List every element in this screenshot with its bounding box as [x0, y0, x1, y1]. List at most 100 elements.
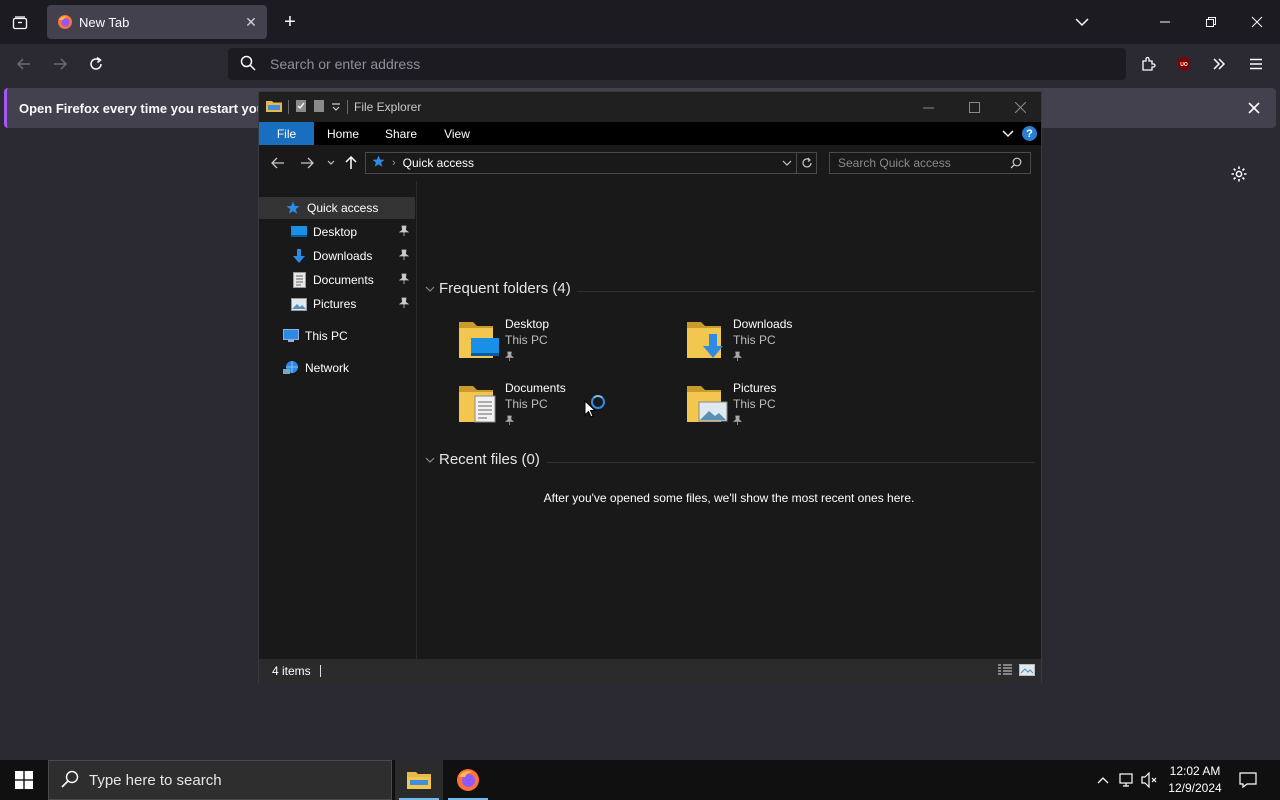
- address-row: › Quick access: [259, 145, 1041, 181]
- back-arrow-icon[interactable]: [268, 154, 288, 172]
- nav-item-label: Network: [305, 361, 350, 375]
- pin-icon: [504, 350, 515, 365]
- folder-tile-downloads[interactable]: Downloads This PC: [687, 314, 887, 370]
- minimize-icon[interactable]: [905, 92, 951, 122]
- firefox-tab-bar: New Tab ✕ +: [0, 0, 1280, 44]
- tab-title: New Tab: [79, 14, 130, 30]
- reload-icon[interactable]: [84, 52, 108, 76]
- nav-item-desktop[interactable]: Desktop: [259, 221, 415, 243]
- minimize-icon[interactable]: [1142, 0, 1188, 44]
- show-hidden-icons-chevron-icon[interactable]: [1092, 760, 1114, 800]
- new-folder-icon[interactable]: [313, 99, 325, 116]
- tab-home[interactable]: Home: [314, 122, 372, 145]
- nav-item-this-pc[interactable]: This PC: [259, 325, 415, 347]
- back-arrow-icon[interactable]: [12, 52, 36, 76]
- properties-icon[interactable]: [295, 99, 307, 116]
- download-arrow-icon: [291, 248, 307, 264]
- windows-start-icon[interactable]: [0, 760, 48, 800]
- ublock-origin-icon[interactable]: UO: [1172, 52, 1196, 76]
- pin-icon[interactable]: [398, 225, 410, 240]
- folder-name: Pictures: [733, 381, 777, 395]
- network-status-icon[interactable]: [1115, 760, 1137, 800]
- quick-access-search-box[interactable]: [829, 152, 1031, 174]
- customize-toolbar-icon[interactable]: [331, 100, 341, 115]
- pin-icon[interactable]: [398, 249, 410, 264]
- taskbar-search-box[interactable]: [48, 760, 392, 800]
- recent-locations-chevron-icon[interactable]: [321, 154, 341, 172]
- search-input[interactable]: [89, 771, 369, 789]
- close-tab-icon[interactable]: ✕: [239, 10, 263, 34]
- document-icon: [291, 272, 307, 288]
- firefox-view-icon[interactable]: [8, 11, 32, 35]
- pictures-icon: [291, 296, 307, 312]
- new-tab-button[interactable]: +: [278, 10, 302, 34]
- volume-muted-icon[interactable]: [1139, 760, 1161, 800]
- folder-tile-desktop[interactable]: Desktop This PC: [459, 314, 659, 370]
- nav-item-downloads[interactable]: Downloads: [259, 245, 415, 267]
- maximize-icon[interactable]: [951, 92, 997, 122]
- folder-location: This PC: [505, 333, 548, 347]
- extensions-icon[interactable]: [1136, 52, 1160, 76]
- tab-view[interactable]: View: [430, 122, 484, 145]
- nav-item-documents[interactable]: Documents: [259, 269, 415, 291]
- recent-files-header[interactable]: Recent files (0): [425, 451, 540, 468]
- close-notification-icon[interactable]: [1242, 96, 1266, 120]
- mouse-pointer-icon: [584, 399, 597, 421]
- nav-item-label: Quick access: [307, 201, 379, 215]
- folder-tile-documents[interactable]: Documents This PC: [459, 378, 659, 434]
- taskbar-file-explorer[interactable]: [395, 760, 443, 800]
- nav-item-quick-access[interactable]: Quick access: [259, 197, 415, 219]
- system-clock[interactable]: 12:02 AM 12/9/2024: [1162, 763, 1228, 797]
- pin-icon: [732, 350, 743, 365]
- pin-icon[interactable]: [398, 297, 410, 312]
- folder-location: This PC: [505, 397, 548, 411]
- tab-share[interactable]: Share: [372, 122, 430, 145]
- taskbar-firefox[interactable]: [444, 760, 492, 800]
- up-arrow-icon[interactable]: [341, 154, 361, 172]
- refresh-icon[interactable]: [796, 153, 816, 173]
- file-explorer-icon: [407, 772, 431, 789]
- divider: [347, 100, 348, 114]
- hamburger-menu-icon[interactable]: [1244, 52, 1268, 76]
- forward-arrow-icon[interactable]: [297, 154, 317, 172]
- list-all-tabs-chevron-icon[interactable]: [1070, 10, 1094, 34]
- address-input[interactable]: [270, 56, 1070, 72]
- tab-file[interactable]: File: [259, 122, 314, 145]
- search-icon: [61, 770, 79, 791]
- network-icon: [283, 360, 299, 376]
- item-count: 4 items: [272, 664, 311, 678]
- quick-access-star-icon: [372, 155, 385, 171]
- overflow-chevrons-icon[interactable]: [1207, 52, 1231, 76]
- action-center-notification-icon[interactable]: [1236, 760, 1260, 800]
- nav-item-label: Documents: [313, 273, 374, 287]
- computer-icon: [283, 328, 299, 344]
- close-window-icon[interactable]: [1234, 0, 1280, 44]
- ribbon-tabs: File Home Share View ?: [259, 122, 1041, 145]
- group-title: Frequent folders (4): [439, 280, 571, 297]
- search-input[interactable]: [838, 156, 1008, 170]
- close-icon[interactable]: [997, 92, 1043, 122]
- url-bar[interactable]: [228, 48, 1126, 80]
- pin-icon[interactable]: [398, 273, 410, 288]
- breadcrumb-separator-icon: ›: [392, 157, 396, 169]
- svg-text:UO: UO: [1180, 62, 1188, 68]
- tab-new-tab[interactable]: New Tab ✕: [47, 5, 267, 39]
- divider: [319, 665, 321, 677]
- breadcrumb[interactable]: Quick access: [403, 156, 474, 170]
- help-icon[interactable]: ?: [1022, 126, 1037, 141]
- details-view-icon[interactable]: [997, 663, 1013, 680]
- folder-tile-pictures[interactable]: Pictures This PC: [687, 378, 887, 434]
- folder-location: This PC: [733, 397, 776, 411]
- nav-item-network[interactable]: Network: [259, 357, 415, 379]
- frequent-folders-header[interactable]: Frequent folders (4): [425, 280, 571, 297]
- windows-taskbar: 12:02 AM 12/9/2024: [0, 760, 1280, 800]
- address-bar[interactable]: › Quick access: [365, 152, 817, 174]
- nav-item-pictures[interactable]: Pictures: [259, 293, 415, 315]
- large-icons-view-icon[interactable]: [1019, 663, 1035, 680]
- address-history-chevron-icon[interactable]: [778, 160, 796, 166]
- expand-ribbon-chevron-icon[interactable]: [1002, 126, 1014, 141]
- gear-icon[interactable]: [1227, 162, 1251, 186]
- divider: [577, 291, 1035, 292]
- restore-icon[interactable]: [1188, 0, 1234, 44]
- forward-arrow-icon[interactable]: [48, 52, 72, 76]
